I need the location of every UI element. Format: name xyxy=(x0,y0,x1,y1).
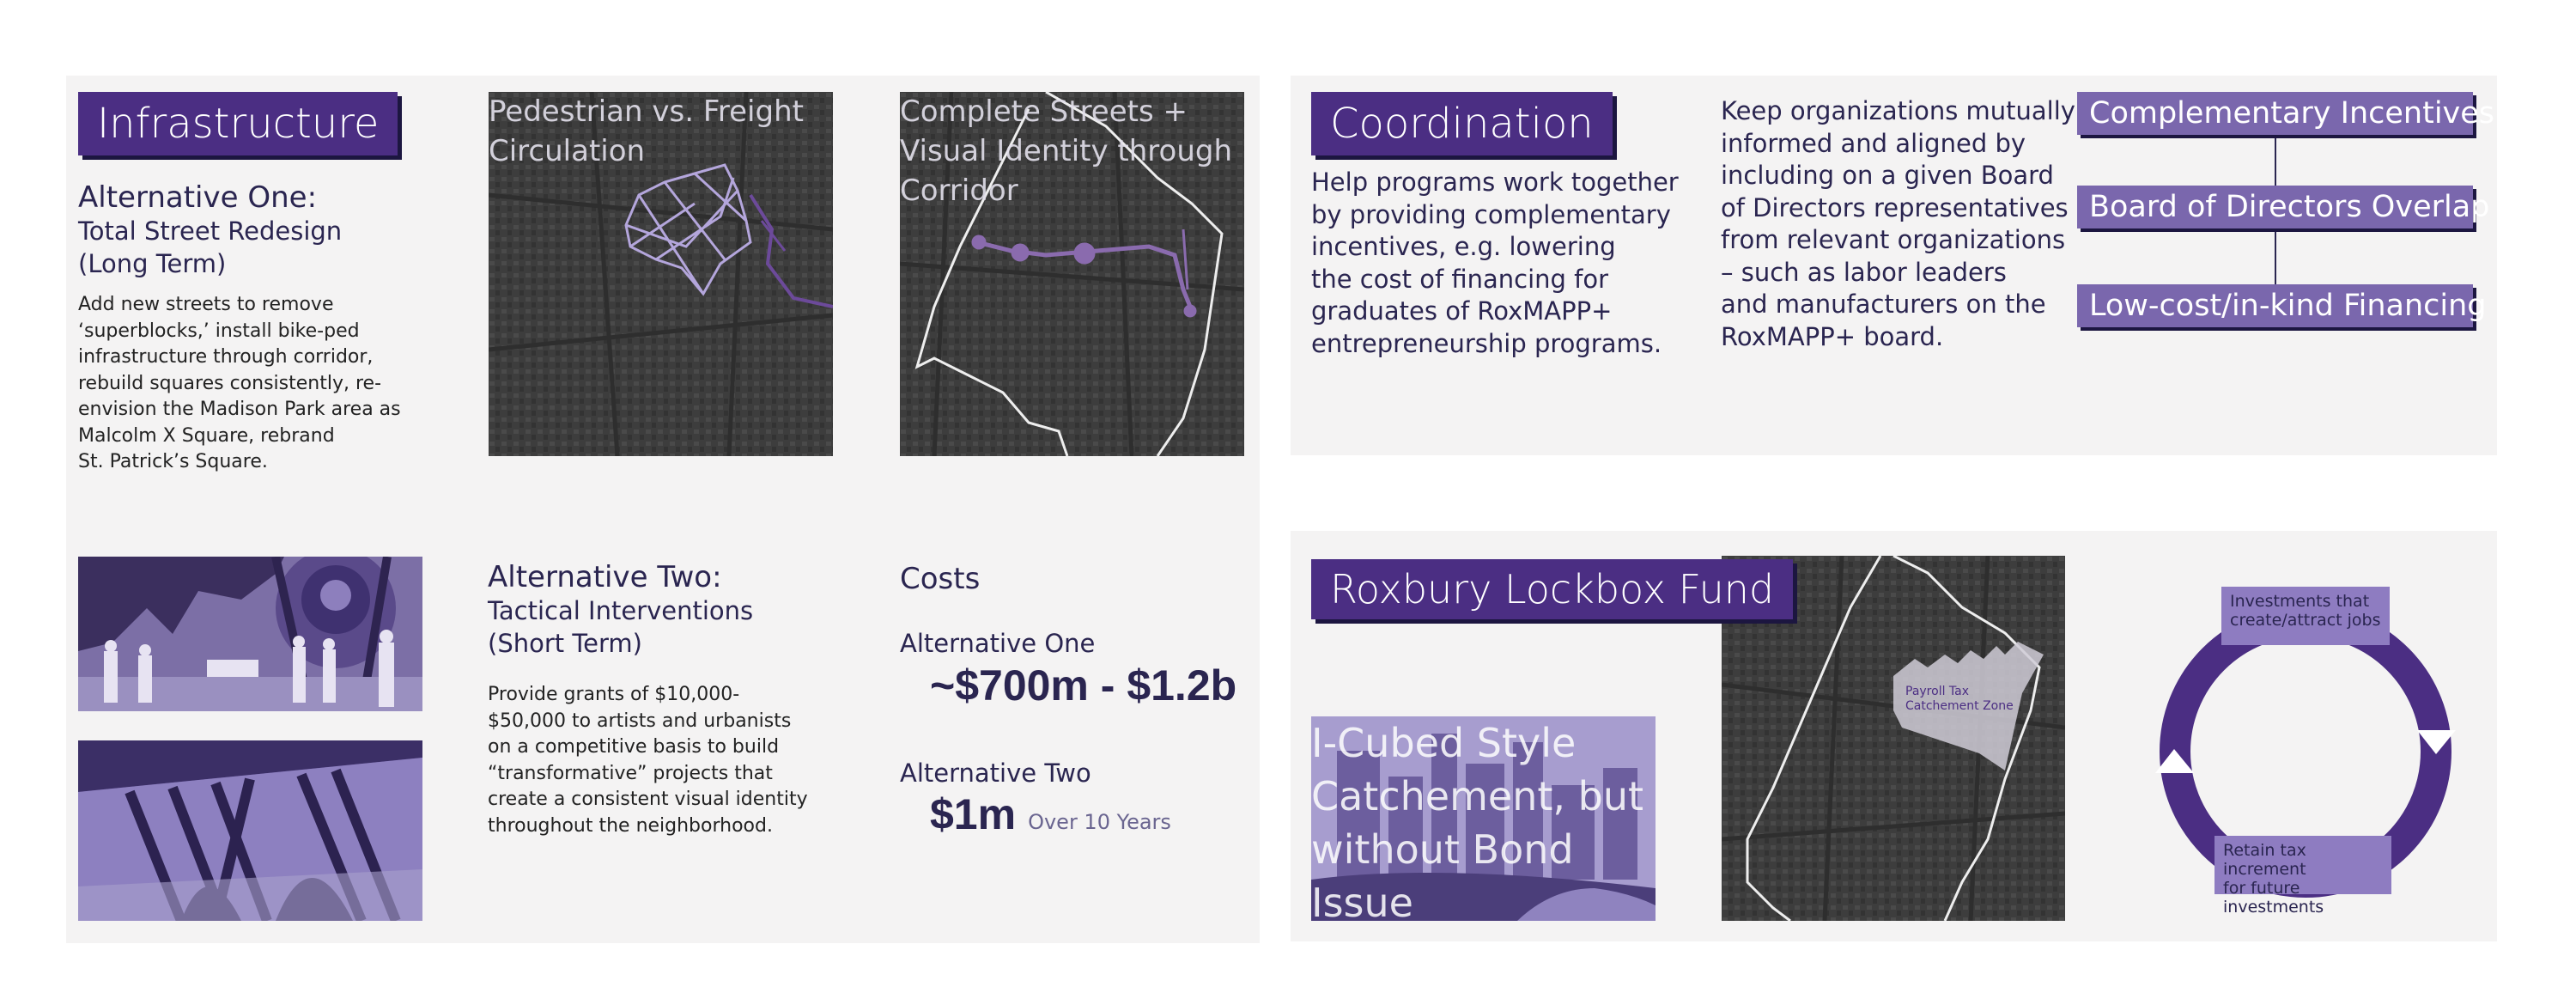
mural-photo xyxy=(78,740,422,921)
alt-two-subtitle: Tactical Interventions xyxy=(488,596,754,625)
payroll-tax-label: Payroll Tax Catchement Zone xyxy=(1905,685,2014,713)
circulation-map: Pedestrian vs. Freight Circulation xyxy=(489,92,833,456)
coordination-col-two: Keep organizations mutually informed and… xyxy=(1721,96,2075,351)
circulation-map-title: Pedestrian vs. Freight Circulation xyxy=(489,94,804,168)
alt-one-term: (Long Term) xyxy=(78,249,227,278)
alt-two-body: Provide grants of $10,000- $50,000 to ar… xyxy=(488,684,808,837)
infrastructure-tag: Infrastructure xyxy=(78,92,398,155)
board-overlap-box: Board of Directors Overlap xyxy=(2077,186,2489,228)
cycle-top-label: Investments that create/attract jobs xyxy=(2221,587,2390,645)
complete-streets-map: Complete Streets + Visual Identity throu… xyxy=(900,92,1244,456)
complementary-incentives-box: Complementary Incentives xyxy=(2077,92,2494,135)
cost-alt-two-label: Alternative Two xyxy=(900,758,1091,788)
lockbox-tag: Roxbury Lockbox Fund xyxy=(1311,559,1794,619)
event-photo xyxy=(78,557,422,711)
city-photo: I-Cubed Style Catchement, but without Bo… xyxy=(1311,716,1656,921)
mural-photo-graphic xyxy=(78,740,422,921)
alt-two-block: Alternative Two: Tactical Interventions … xyxy=(488,560,848,839)
coordination-col-one: Help programs work together by providing… xyxy=(1311,168,1679,358)
cost-alt-two-row: $1m Over 10 Years xyxy=(930,789,1171,840)
financing-box: Low-cost/in-kind Financing xyxy=(2077,284,2487,327)
cost-alt-one-label: Alternative One xyxy=(900,629,1096,658)
costs-heading: Costs xyxy=(900,562,981,596)
event-photo-graphic xyxy=(78,557,422,711)
alt-two-title: Alternative Two: xyxy=(488,560,722,594)
city-photo-caption: I-Cubed Style Catchement, but without Bo… xyxy=(1311,720,1644,921)
coordination-tag: Coordination xyxy=(1311,92,1613,155)
cycle-bottom-label: Retain tax increment for future investme… xyxy=(2215,836,2391,917)
complete-streets-map-title: Complete Streets + Visual Identity throu… xyxy=(900,94,1233,208)
cost-alt-two-note: Over 10 Years xyxy=(1028,810,1171,834)
cost-alt-two-value: $1m xyxy=(930,790,1017,838)
alt-one-title: Alternative One: xyxy=(78,180,318,215)
cost-alt-one-value: ~$700m - $1.2b xyxy=(930,661,1237,710)
alt-one-block: Alternative One: Total Street Redesign (… xyxy=(78,180,422,476)
alt-one-body: Add new streets to remove ‘superblocks,’… xyxy=(78,294,401,472)
alt-two-term: (Short Term) xyxy=(488,629,642,658)
alt-one-subtitle: Total Street Redesign xyxy=(78,216,343,246)
